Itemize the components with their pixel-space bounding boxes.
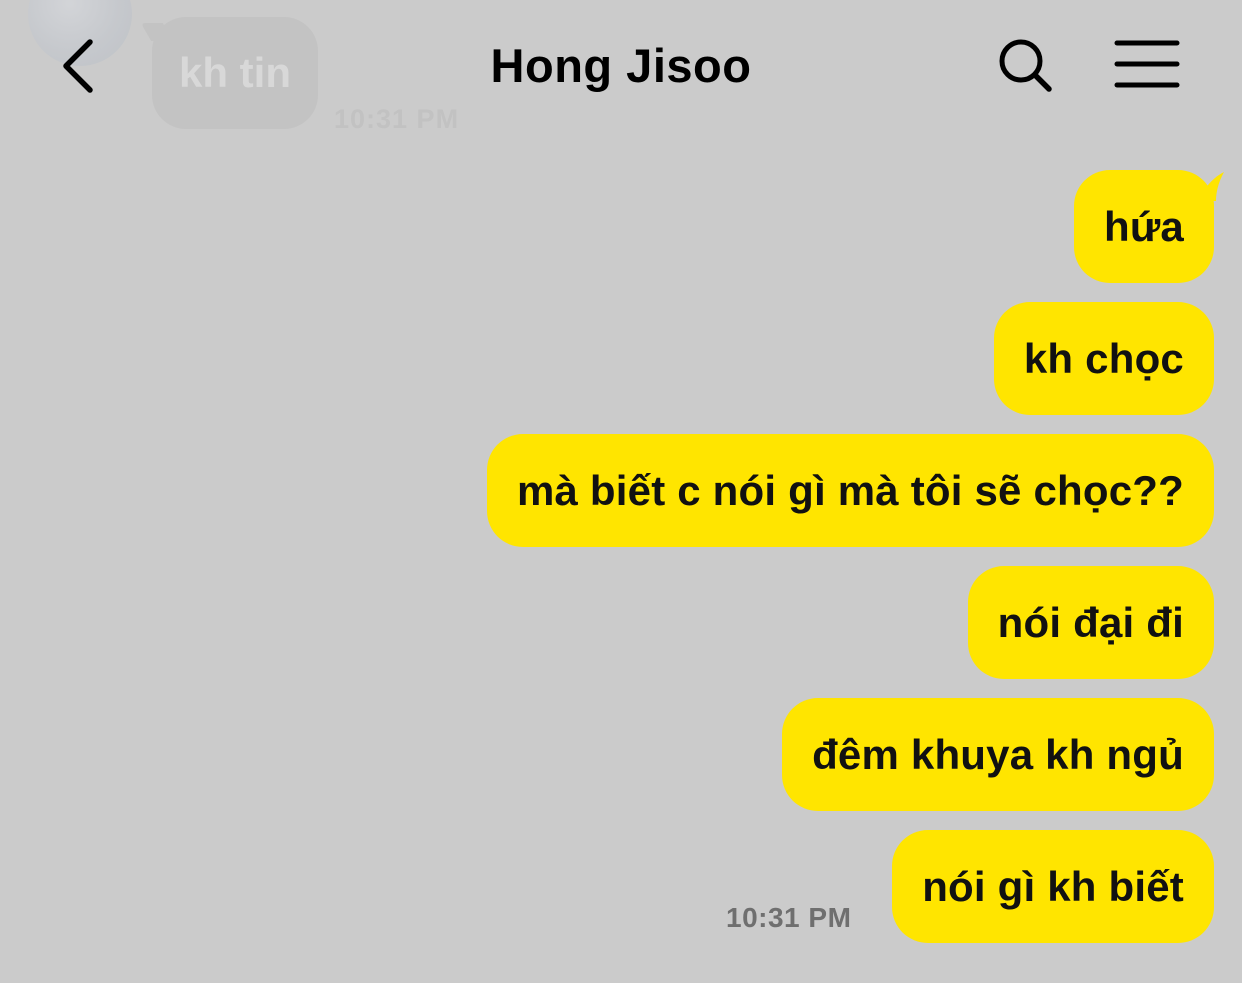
sent-message-bubble[interactable]: hứa: [1073, 170, 1224, 283]
sent-message-bubble[interactable]: nói đại đi: [967, 566, 1214, 679]
sent-message-text: nói đại đi: [997, 598, 1184, 646]
search-button[interactable]: [996, 36, 1056, 96]
sent-message-bubble[interactable]: kh chọc: [993, 302, 1214, 415]
sent-message-text: mà biết c nói gì mà tôi sẽ chọc??: [516, 466, 1184, 514]
menu-button[interactable]: [1114, 38, 1180, 90]
received-message-time: 10:31 PM: [334, 104, 460, 134]
message-timestamp: 10:31 PM: [726, 902, 852, 933]
bubble-tail-icon: [1196, 172, 1224, 201]
sent-message-text: đêm khuya kh ngủ: [812, 730, 1184, 778]
sent-message-bubble[interactable]: mà biết c nói gì mà tôi sẽ chọc??: [486, 434, 1214, 547]
sent-message-text: nói gì kh biết: [922, 862, 1184, 910]
hamburger-menu-icon: [1114, 40, 1180, 88]
sent-message-text: kh chọc: [1023, 334, 1184, 382]
sent-message-text: hứa: [1103, 202, 1184, 250]
sent-message-bubble[interactable]: đêm khuya kh ngủ: [782, 698, 1214, 811]
sent-message-bubble[interactable]: nói gì kh biết: [892, 830, 1214, 943]
search-icon: [999, 39, 1052, 92]
